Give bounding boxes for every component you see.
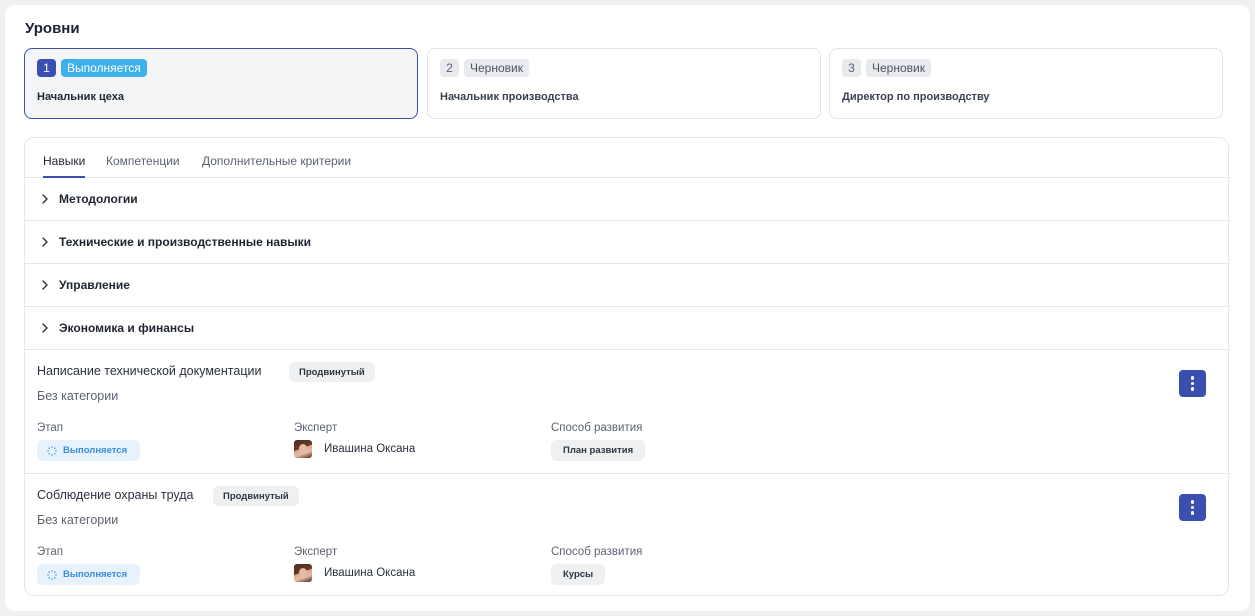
skills-container: Навыки Компетенции Дополнительные критер… bbox=[24, 137, 1229, 596]
development-method-badge: Курсы bbox=[551, 564, 606, 585]
levels-panel: Уровни 1 Выполняется Начальник цеха 2 Че… bbox=[5, 5, 1250, 611]
stage-status-text: Выполняется bbox=[63, 569, 128, 580]
group-label: Методологии bbox=[59, 192, 138, 206]
expert-name: Ивашина Оксана bbox=[324, 443, 416, 455]
development-method-badge: План развития bbox=[551, 440, 646, 461]
level-card-1[interactable]: 1 Выполняется Начальник цеха bbox=[24, 48, 418, 119]
skill-level-badge: Продвинутый bbox=[213, 486, 299, 506]
tab-bar: Навыки Компетенции Дополнительные критер… bbox=[25, 138, 1228, 178]
spinner-icon bbox=[47, 445, 57, 456]
more-options-button[interactable] bbox=[1179, 494, 1206, 521]
group-row-methodologies[interactable]: Методологии bbox=[25, 178, 1228, 221]
skill-category: Без категории bbox=[37, 513, 119, 527]
level-name: Начальник производства bbox=[440, 91, 579, 103]
skill-category: Без категории bbox=[37, 389, 119, 403]
spinner-icon bbox=[47, 569, 57, 580]
stage-status-badge: Выполняется bbox=[37, 440, 140, 461]
group-row-management[interactable]: Управление bbox=[25, 264, 1228, 307]
level-status-badge: Черновик bbox=[866, 59, 931, 77]
group-label: Экономика и финансы bbox=[59, 321, 195, 335]
page-title: Уровни bbox=[25, 20, 80, 37]
skill-name: Написание технической документации bbox=[37, 364, 262, 378]
chevron-right-icon bbox=[42, 237, 48, 247]
expert-label: Эксперт bbox=[294, 546, 338, 558]
skill-name: Соблюдение охраны труда bbox=[37, 488, 194, 502]
chevron-right-icon bbox=[42, 280, 48, 290]
level-name: Начальник цеха bbox=[37, 91, 124, 103]
more-options-button[interactable] bbox=[1179, 370, 1206, 397]
group-label: Технические и производственные навыки bbox=[59, 235, 312, 249]
group-row-economics[interactable]: Экономика и финансы bbox=[25, 307, 1228, 350]
stage-label: Этап bbox=[37, 546, 64, 558]
stage-label: Этап bbox=[37, 422, 64, 434]
stage-status-badge: Выполняется bbox=[37, 564, 140, 585]
chevron-right-icon bbox=[42, 323, 48, 333]
more-vertical-icon bbox=[1190, 500, 1195, 504]
level-number: 3 bbox=[842, 59, 861, 77]
tab-competencies[interactable]: Компетенции bbox=[106, 154, 180, 176]
method-label: Способ развития bbox=[551, 422, 643, 434]
level-name: Директор по производству bbox=[842, 91, 990, 103]
group-row-technical[interactable]: Технические и производственные навыки bbox=[25, 221, 1228, 264]
level-card-2[interactable]: 2 Черновик Начальник производства bbox=[427, 48, 821, 119]
method-label: Способ развития bbox=[551, 546, 643, 558]
avatar bbox=[294, 440, 312, 458]
skill-level-badge: Продвинутый bbox=[289, 362, 375, 382]
skill-item: Соблюдение охраны труда Продвинутый Без … bbox=[25, 474, 1228, 595]
expert-info: Ивашина Оксана bbox=[294, 440, 415, 458]
expert-name: Ивашина Оксана bbox=[324, 567, 416, 579]
expert-info: Ивашина Оксана bbox=[294, 564, 415, 582]
group-label: Управление bbox=[59, 278, 130, 292]
level-number: 2 bbox=[440, 59, 459, 77]
level-status-badge: Выполняется bbox=[61, 59, 147, 77]
level-status-badge: Черновик bbox=[464, 59, 529, 77]
level-number: 1 bbox=[37, 59, 56, 77]
skill-item: Написание технической документации Продв… bbox=[25, 350, 1228, 474]
chevron-right-icon bbox=[42, 194, 48, 204]
tab-additional-criteria[interactable]: Дополнительные критерии bbox=[202, 154, 351, 176]
stage-status-text: Выполняется bbox=[63, 445, 128, 456]
tab-skills[interactable]: Навыки bbox=[43, 154, 86, 178]
more-vertical-icon bbox=[1190, 376, 1195, 380]
expert-label: Эксперт bbox=[294, 422, 338, 434]
avatar bbox=[294, 564, 312, 582]
level-card-3[interactable]: 3 Черновик Директор по производству bbox=[829, 48, 1223, 119]
